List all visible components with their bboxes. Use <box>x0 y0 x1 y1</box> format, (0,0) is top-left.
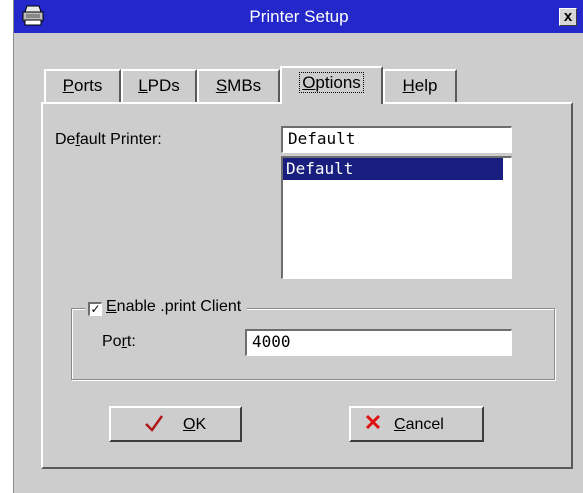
tab-focus-rect: Options <box>299 72 364 93</box>
title-bar[interactable]: Printer Setup x <box>14 0 583 33</box>
x-mark-icon <box>364 413 382 436</box>
close-icon: x <box>563 8 573 25</box>
tab-help[interactable]: Help <box>383 69 457 102</box>
printer-list-item-selected[interactable]: Default <box>283 158 503 180</box>
window-title: Printer Setup <box>249 7 349 26</box>
default-printer-field[interactable]: Default <box>281 126 512 153</box>
ok-label: OK <box>183 416 207 433</box>
tab-smbs[interactable]: SMBs <box>197 69 280 102</box>
printer-listbox[interactable]: Default <box>281 156 512 279</box>
cancel-label: Cancel <box>394 416 444 433</box>
enable-print-client-checkbox[interactable]: ✓ Enable .print Client <box>85 296 248 318</box>
tab-options[interactable]: Options <box>280 66 383 104</box>
tab-ports[interactable]: Ports <box>44 69 121 102</box>
tab-lpds[interactable]: LPDs <box>121 69 197 102</box>
ok-button[interactable]: OK <box>109 406 242 442</box>
port-field[interactable]: 4000 <box>245 329 512 356</box>
default-printer-label: Default Printer: <box>55 131 162 148</box>
port-label: Port: <box>102 333 136 350</box>
checkbox-checked-icon[interactable]: ✓ <box>88 302 102 316</box>
checkmark-icon <box>144 413 164 438</box>
printer-setup-window: Printer Setup x Ports LPDs SMBs Options … <box>13 0 583 493</box>
cancel-button[interactable]: Cancel <box>349 406 484 442</box>
close-button[interactable]: x <box>559 8 577 26</box>
